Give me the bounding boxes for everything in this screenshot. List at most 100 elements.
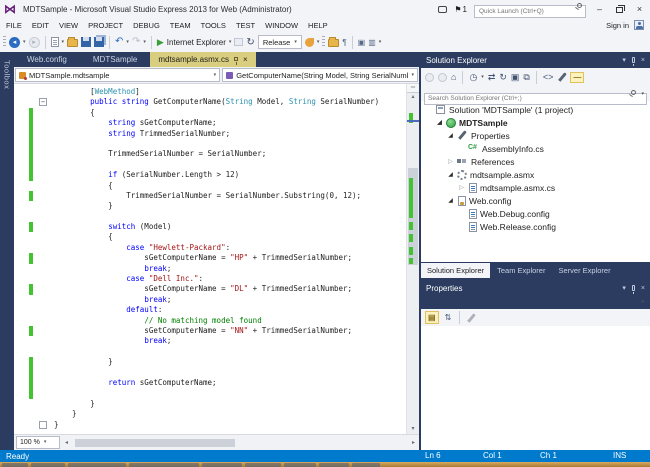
scroll-down-button[interactable]: ▾ <box>407 425 419 434</box>
horizontal-scrollbar-thumb[interactable] <box>75 439 235 447</box>
menu-window[interactable]: WINDOW <box>265 21 298 30</box>
code-line-27[interactable] <box>14 368 406 378</box>
code-line-17[interactable]: break; <box>14 264 406 274</box>
menu-test[interactable]: TEST <box>236 21 255 30</box>
code-line-31[interactable]: } <box>14 409 406 419</box>
solution-explorer-search-input[interactable] <box>424 93 647 105</box>
save-button[interactable] <box>81 37 91 47</box>
expander-open-icon[interactable]: ◢ <box>447 132 454 139</box>
toolbox-collapsed-tab[interactable]: Toolbox <box>0 52 14 450</box>
menu-view[interactable]: VIEW <box>59 21 78 30</box>
show-all-files-icon[interactable]: ⧉ <box>523 72 529 82</box>
save-all-button[interactable] <box>94 37 104 47</box>
collapse-all-icon[interactable]: ▣ <box>511 72 520 82</box>
menu-help[interactable]: HELP <box>308 21 328 30</box>
window-position-caret-icon[interactable]: ▾ <box>622 56 626 64</box>
browse-target-label[interactable]: Internet Explorer <box>167 38 226 47</box>
panel-tab-team-explorer[interactable]: Team Explorer <box>491 263 551 278</box>
redo-caret-icon[interactable]: ▾ <box>143 40 146 45</box>
scroll-up-button[interactable]: ▴ <box>407 93 419 102</box>
code-line-5[interactable] <box>14 139 406 149</box>
member-dropdown[interactable]: GetComputerName(String Model, String Ser… <box>222 68 418 82</box>
browse-target-caret-icon[interactable]: ▾ <box>229 40 232 45</box>
menu-edit[interactable]: EDIT <box>32 21 49 30</box>
tree-item-web-debug-config[interactable]: Web.Debug.config <box>421 207 650 220</box>
notifications-flag-icon[interactable]: ⚑1 <box>454 5 467 14</box>
code-line-18[interactable]: case "Dell Inc.": <box>14 274 406 284</box>
code-line-9[interactable]: { <box>14 181 406 191</box>
refresh-icon[interactable]: ↻ <box>499 72 507 82</box>
menu-team[interactable]: TEAM <box>170 21 191 30</box>
quick-launch-input[interactable] <box>474 5 586 18</box>
property-pages-icon[interactable] <box>466 313 475 323</box>
close-tab-icon[interactable]: × <box>243 56 248 64</box>
code-line-24[interactable]: break; <box>14 336 406 346</box>
vertical-scrollbar[interactable]: ═ ▴ ▾ <box>406 84 419 434</box>
expander-closed-icon[interactable]: ▷ <box>458 184 465 191</box>
scrollbar-track[interactable] <box>407 102 419 425</box>
editor-zoom-select[interactable]: 100 % ▾ <box>16 436 60 449</box>
find-in-files-button[interactable] <box>305 38 314 47</box>
undo-caret-icon[interactable]: ▾ <box>126 40 129 45</box>
close-panel-icon[interactable]: × <box>641 285 645 292</box>
code-pane[interactable]: [WebMethod]− public string GetComputerNa… <box>14 84 406 434</box>
tree-item-mdtsample-asmx-cs[interactable]: ▷mdtsample.asmx.cs <box>421 181 650 194</box>
minimize-button[interactable]: – <box>593 1 606 17</box>
expander-closed-icon[interactable]: ▷ <box>447 158 454 165</box>
menu-debug[interactable]: DEBUG <box>133 21 160 30</box>
code-line-15[interactable]: case "Hewlett-Packard": <box>14 243 406 253</box>
navigate-backward-button[interactable]: ◂ <box>9 37 20 48</box>
code-line-8[interactable]: if (SerialNumber.Length > 12) <box>14 170 406 180</box>
se-forward-button[interactable] <box>438 73 447 82</box>
new-file-caret-icon[interactable]: ▾ <box>62 40 65 45</box>
properties-header[interactable]: Properties ▾ × <box>421 280 650 296</box>
toolbar-grip[interactable] <box>3 36 6 48</box>
pin-tab-icon[interactable] <box>234 57 238 61</box>
collapse-region-icon[interactable]: − <box>39 98 47 106</box>
refresh-button[interactable]: ↻ <box>246 37 254 48</box>
navigate-forward-button[interactable]: ▸ <box>29 37 40 48</box>
code-line-7[interactable] <box>14 160 406 170</box>
tree-item-properties[interactable]: ◢Properties <box>421 129 650 142</box>
code-line-16[interactable]: sGetComputerName = "HP" + TrimmedSerialN… <box>14 253 406 263</box>
tab-mdtsample-asmx-cs[interactable]: mdtsample.asmx.cs× <box>150 52 255 67</box>
code-line-28[interactable]: return sGetComputerName; <box>14 378 406 388</box>
tree-item-assemblyinfo-cs[interactable]: AssemblyInfo.cs <box>421 142 650 155</box>
windows-taskbar[interactable] <box>0 462 650 467</box>
undo-button[interactable]: ↶ <box>115 37 123 47</box>
tree-item-mdtsample-asmx[interactable]: ◢mdtsample.asmx <box>421 168 650 181</box>
horizontal-scrollbar[interactable]: ◂ ▸ <box>63 435 417 450</box>
solution-configuration-select[interactable]: Release▾ <box>258 35 302 49</box>
tab-web-config[interactable]: Web.config <box>14 52 80 67</box>
tree-item-references[interactable]: ▷References <box>421 155 650 168</box>
solution-explorer-header[interactable]: Solution Explorer ▾ × <box>421 52 650 68</box>
toolbar-overflow-button[interactable]: ▾ <box>317 41 320 44</box>
code-line-14[interactable]: { <box>14 232 406 242</box>
outline-box-icon[interactable] <box>39 421 47 429</box>
tree-item-web-config[interactable]: ◢Web.config <box>421 194 650 207</box>
code-line-23[interactable]: sGetComputerName = "NN" + TrimmedSerialN… <box>14 326 406 336</box>
sync-with-active-document-icon[interactable]: ⇄ <box>488 72 496 82</box>
redo-button[interactable]: ↷ <box>132 37 140 47</box>
home-icon[interactable]: ⌂ <box>451 72 456 82</box>
code-line-32[interactable]: } <box>14 420 406 430</box>
toolbox-items-button[interactable] <box>328 39 339 47</box>
code-line-11[interactable]: } <box>14 201 406 211</box>
sign-in-link[interactable]: Sign in <box>606 21 629 30</box>
feedback-icon[interactable] <box>438 6 447 13</box>
code-line-19[interactable]: sGetComputerName = "DL" + TrimmedSerialN… <box>14 284 406 294</box>
menu-tools[interactable]: TOOLS <box>201 21 226 30</box>
start-debugging-icon[interactable]: ▶ <box>157 37 164 48</box>
uncomment-button[interactable]: ▥ <box>368 38 376 47</box>
code-line-4[interactable]: string TrimmedSerialNumber; <box>14 129 406 139</box>
user-account-icon[interactable] <box>634 20 644 30</box>
code-line-20[interactable]: break; <box>14 295 406 305</box>
code-editor[interactable]: [WebMethod]− public string GetComputerNa… <box>14 84 419 434</box>
window-position-caret-icon[interactable]: ▾ <box>622 284 626 292</box>
open-file-button[interactable] <box>67 39 78 47</box>
close-button[interactable]: × <box>633 1 646 17</box>
se-back-button[interactable] <box>425 73 434 82</box>
code-line-30[interactable]: } <box>14 399 406 409</box>
properties-object-select[interactable]: ▾ <box>421 296 650 309</box>
code-line-6[interactable]: TrimmedSerialNumber = SerialNumber; <box>14 149 406 159</box>
